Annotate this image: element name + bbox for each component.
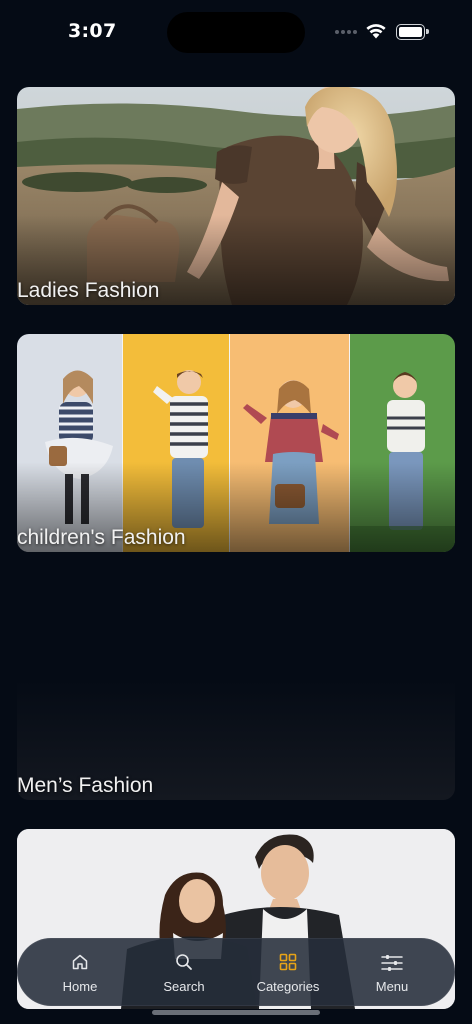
tab-search[interactable]: Search [139,951,229,994]
dynamic-island [167,12,305,53]
category-label: Men’s Fashion [17,774,154,797]
category-label: Ladies Fashion [17,279,160,302]
tab-home[interactable]: Home [35,951,125,994]
cellular-signal-icon [335,30,357,34]
status-bar: 3:07 [0,0,472,64]
category-card-men[interactable]: Men’s Fashion [17,582,455,800]
tab-categories[interactable]: Categories [243,951,333,994]
wifi-icon [366,24,386,39]
category-card-ladies[interactable]: Ladies Fashion [17,87,455,305]
tab-label: Categories [256,978,320,994]
battery-icon [396,24,429,40]
tab-label: Menu [375,978,409,994]
tab-menu[interactable]: Menu [347,951,437,994]
category-card-children[interactable]: children's Fashion [17,334,455,552]
category-label: children's Fashion [17,526,186,549]
tab-bar: Home Search Categories Menu [17,938,455,1006]
tab-label: Search [163,978,205,994]
search-icon [173,951,195,973]
grid-icon [277,951,299,973]
tab-label: Home [62,978,98,994]
home-indicator [152,1010,320,1015]
home-icon [69,951,91,973]
sliders-icon [381,951,403,973]
status-time: 3:07 [68,20,117,42]
